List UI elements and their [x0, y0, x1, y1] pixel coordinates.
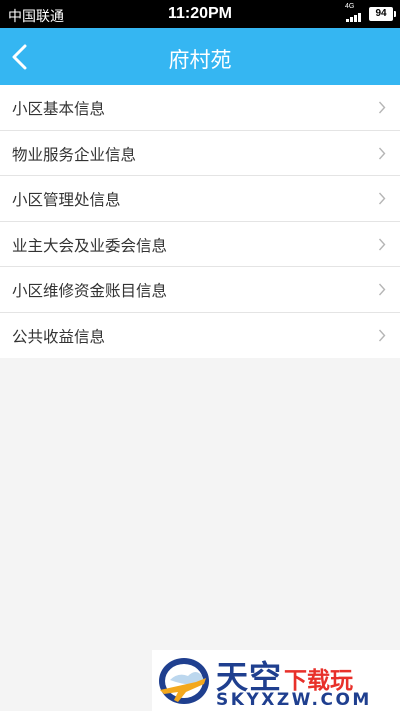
- menu-item-property-company[interactable]: 物业服务企业信息: [0, 130, 400, 176]
- menu-item-basic-info[interactable]: 小区基本信息: [0, 85, 400, 131]
- menu-item-owners-committee[interactable]: 业主大会及业委会信息: [0, 221, 400, 267]
- signal-icon: 4G: [345, 3, 365, 22]
- nav-bar: 府村苑: [0, 28, 400, 85]
- chevron-right-icon: [378, 192, 386, 205]
- chevron-right-icon: [378, 329, 386, 341]
- battery-level: 94: [375, 8, 387, 19]
- menu-item-label: 物业服务企业信息: [12, 145, 137, 164]
- chevron-right-icon: [378, 147, 386, 159]
- chevron-right-icon: [378, 283, 386, 296]
- menu-item-label: 小区管理处信息: [12, 191, 121, 209]
- menu-item-label: 公共收益信息: [12, 327, 106, 346]
- watermark: 天空 下载玩 SKYXZW.COM: [152, 650, 400, 711]
- menu-list: 小区基本信息 物业服务企业信息 小区管理处信息 业主大会及业委会信息 小区维修资…: [0, 85, 400, 358]
- status-time: 11:20PM: [167, 5, 233, 22]
- battery-icon: 94: [369, 7, 396, 21]
- menu-item-maintenance-fund[interactable]: 小区维修资金账目信息: [0, 267, 400, 313]
- menu-item-label: 小区基本信息: [12, 100, 106, 118]
- status-bar: 中国联通 11:20PM 4G 94: [0, 0, 400, 28]
- page-title: 府村苑: [168, 48, 232, 72]
- menu-item-public-revenue[interactable]: 公共收益信息: [0, 312, 400, 358]
- menu-item-label: 业主大会及业委会信息: [12, 236, 168, 255]
- network-type: 4G: [345, 3, 355, 10]
- chevron-right-icon: [378, 238, 386, 250]
- menu-item-label: 小区维修资金账目信息: [12, 282, 168, 300]
- chevron-right-icon: [378, 101, 386, 114]
- menu-item-management-office[interactable]: 小区管理处信息: [0, 176, 400, 222]
- watermark-url: SKYXZW.COM: [216, 690, 372, 710]
- airplane-logo-icon: [159, 658, 209, 704]
